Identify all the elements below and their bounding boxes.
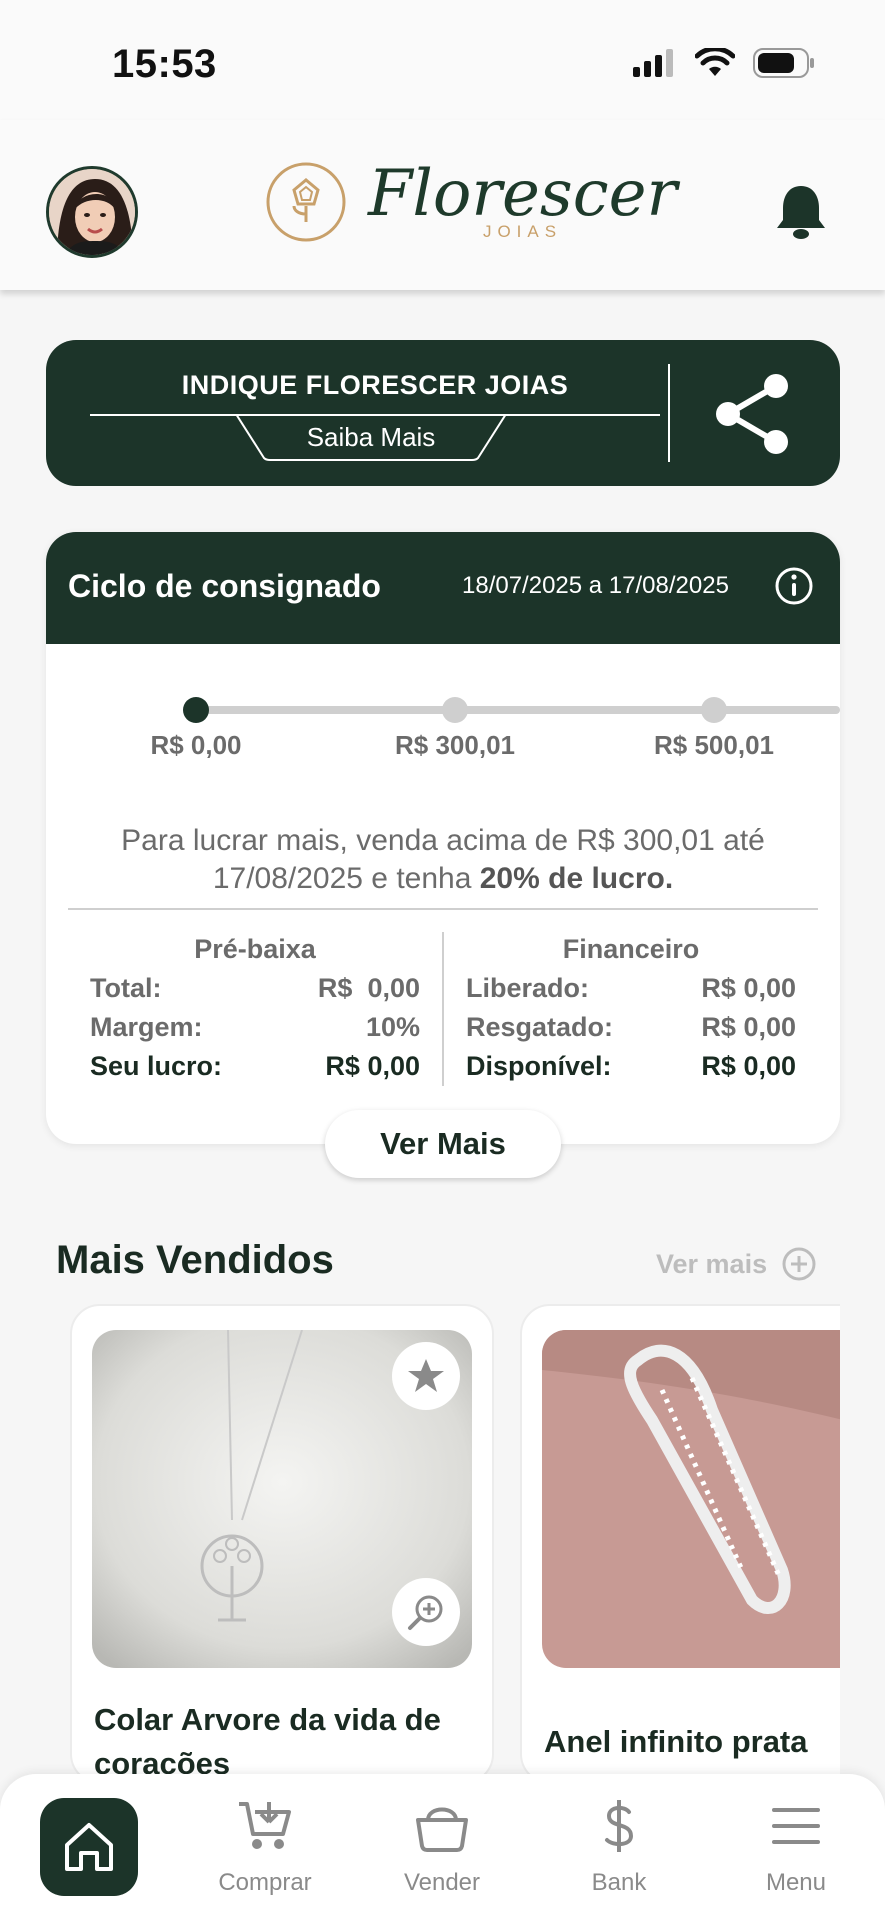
tier-label: R$ 0,00 <box>150 730 242 760</box>
zoom-in-icon <box>408 1595 443 1630</box>
rose-icon <box>266 162 346 242</box>
ver-mais-button[interactable]: Ver Mais <box>325 1110 561 1178</box>
avatar-portrait-icon <box>49 169 135 255</box>
pre-baixa-summary: Pré-baixa Total: R$ 0,00 Margem: 10% Seu… <box>90 934 420 1086</box>
best-sellers-more-link[interactable]: Ver mais <box>656 1246 817 1282</box>
zoom-button[interactable] <box>392 1578 460 1646</box>
product-carousel[interactable]: Colar Arvore da vida de corações Anel in… <box>0 1304 840 1774</box>
tier-label: R$ 500,01 <box>654 730 774 760</box>
product-name[interactable]: Anel infinito prata <box>544 1720 840 1764</box>
best-sellers-title: Mais Vendidos <box>56 1238 334 1282</box>
product-card[interactable]: Anel infinito prata <box>520 1304 840 1774</box>
summary-row: Seu lucro: R$ 0,00 <box>90 1047 420 1086</box>
product-image[interactable] <box>542 1330 840 1668</box>
home-icon <box>65 1823 113 1871</box>
status-bar: 15:53 <box>0 0 885 120</box>
row-value: R$ 0,00 <box>701 1012 796 1042</box>
nav-home-button[interactable] <box>40 1798 138 1896</box>
status-icons <box>633 48 815 78</box>
info-icon[interactable] <box>774 566 814 606</box>
notifications-button[interactable] <box>775 182 827 245</box>
plus-circle-icon <box>782 1247 816 1281</box>
summary-row: Resgatado: R$ 0,00 <box>466 1008 796 1047</box>
consignment-cycle-card: Ciclo de consignado 18/07/2025 a 17/08/2… <box>46 532 840 1144</box>
nav-label: Menu <box>765 1869 827 1896</box>
bell-icon <box>777 186 825 239</box>
row-label: Seu lucro: <box>90 1051 223 1081</box>
row-value: R$ 0,00 <box>701 973 796 1003</box>
product-name[interactable]: Colar Arvore da vida de corações <box>94 1698 474 1774</box>
summary-row: Disponível: R$ 0,00 <box>466 1047 796 1086</box>
brand-logo: Florescer JOIAS <box>264 160 677 244</box>
cycle-message-highlight: 20% de lucro. <box>479 862 674 895</box>
bottom-nav: Comprar Vender Bank Menu <box>0 1774 885 1920</box>
more-label: Ver mais <box>656 1248 768 1279</box>
row-label: Resgatado: <box>466 1012 614 1042</box>
favorite-button[interactable] <box>392 1342 460 1410</box>
nav-label: Comprar <box>218 1869 312 1896</box>
status-time: 15:53 <box>112 42 217 86</box>
battery-icon <box>753 48 814 78</box>
row-label: Total: <box>90 973 162 1003</box>
referral-divider <box>668 364 670 462</box>
shopping-basket-icon <box>416 1807 468 1852</box>
star-icon <box>408 1359 444 1392</box>
product-card[interactable]: Colar Arvore da vida de corações <box>70 1304 494 1774</box>
nav-item-bank[interactable]: Bank <box>544 1798 694 1897</box>
referral-banner[interactable]: INDIQUE FLORESCER JOIAS Saiba Mais <box>46 340 840 486</box>
tier-dot <box>701 697 727 723</box>
signal-icon <box>633 49 673 77</box>
row-label: Disponível: <box>466 1051 612 1081</box>
tier-progress-track <box>196 706 840 714</box>
dollar-icon <box>605 1800 634 1852</box>
share-button[interactable] <box>702 364 802 464</box>
cart-add-icon <box>239 1802 291 1849</box>
cycle-title: Ciclo de consignado <box>68 568 381 604</box>
tier-dot-current <box>183 697 209 723</box>
row-label: Liberado: <box>466 973 590 1003</box>
row-value: 10% <box>365 1012 420 1042</box>
brand-name: Florescer <box>368 157 678 231</box>
tier-dot <box>442 697 468 723</box>
row-value: R$ 0,00 <box>317 973 420 1003</box>
row-value: R$ 0,00 <box>325 1051 420 1081</box>
nav-item-menu[interactable]: Menu <box>721 1798 871 1897</box>
pre-baixa-heading: Pré-baixa <box>194 934 316 964</box>
hamburger-menu-icon <box>772 1808 820 1844</box>
row-label: Margem: <box>90 1012 203 1042</box>
financeiro-heading: Financeiro <box>562 934 700 964</box>
cycle-dates: 18/07/2025 a 17/08/2025 <box>462 572 729 599</box>
wifi-icon <box>695 48 735 76</box>
nav-label: Vender <box>403 1869 481 1896</box>
summary-row: Total: R$ 0,00 <box>90 969 420 1008</box>
cycle-header: Ciclo de consignado 18/07/2025 a 17/08/2… <box>46 532 840 644</box>
tier-label: R$ 300,01 <box>395 730 515 760</box>
column-divider <box>442 932 444 1086</box>
brand-wordmark: Florescer JOIAS <box>368 162 677 242</box>
summary-row: Margem: 10% <box>90 1008 420 1047</box>
nav-item-comprar[interactable]: Comprar <box>190 1798 340 1897</box>
ring-photo <box>542 1330 840 1668</box>
nav-item-vender[interactable]: Vender <box>367 1798 517 1897</box>
referral-title: INDIQUE FLORESCER JOIAS <box>181 370 569 400</box>
row-value: R$ 0,00 <box>701 1051 796 1081</box>
avatar[interactable] <box>46 166 138 258</box>
financeiro-summary: Financeiro Liberado: R$ 0,00 Resgatado: … <box>466 934 796 1086</box>
app-header: Florescer JOIAS <box>0 120 885 290</box>
divider <box>68 908 818 910</box>
share-icon <box>716 374 788 454</box>
nav-label: Bank <box>591 1869 647 1896</box>
saiba-mais-link[interactable]: Saiba Mais <box>236 422 506 453</box>
cycle-message: Para lucrar mais, venda acima de R$ 300,… <box>62 822 824 898</box>
summary-row: Liberado: R$ 0,00 <box>466 969 796 1008</box>
